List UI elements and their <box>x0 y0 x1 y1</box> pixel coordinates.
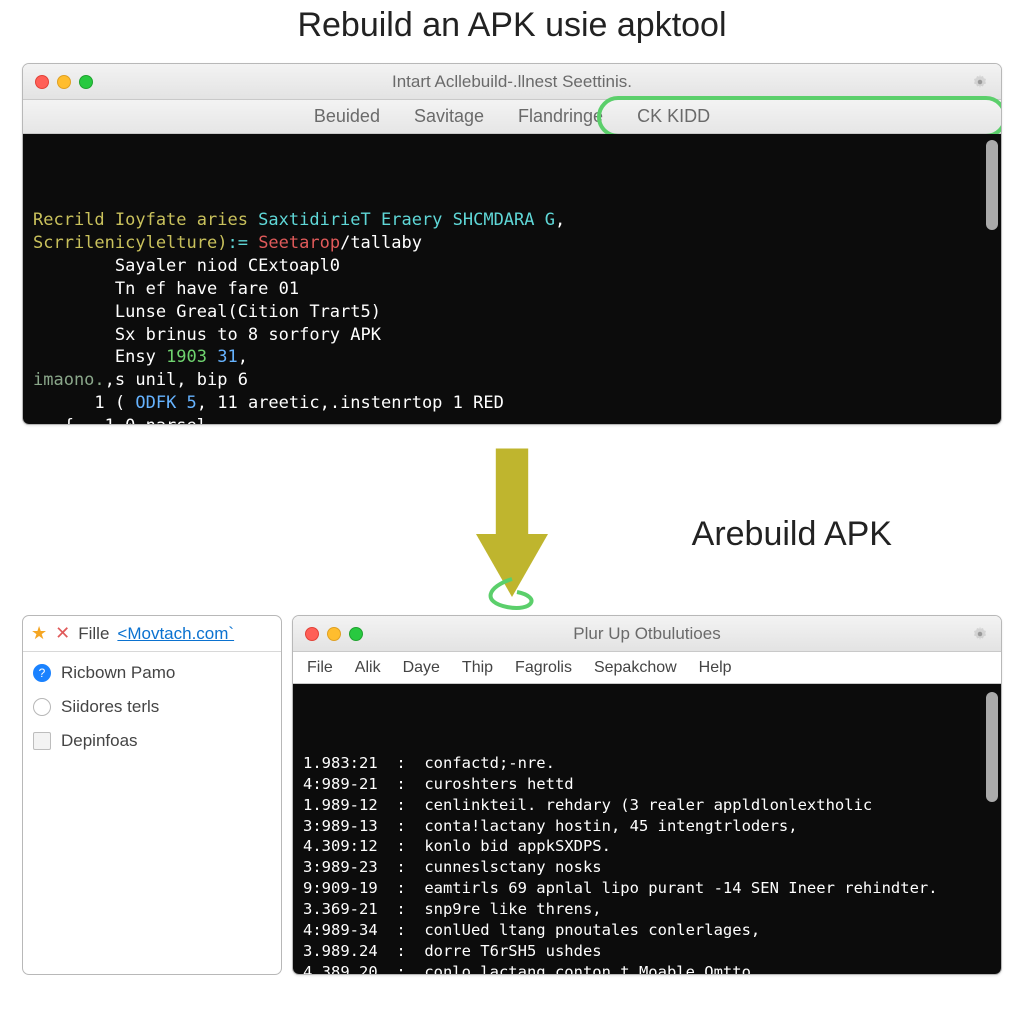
log-line: 3.369-21 : snp9re like threns, <box>303 899 991 920</box>
star-icon: ★ <box>31 623 47 644</box>
top-window-title: Intart Acllebuild-.llnest Seettinis. <box>23 72 1001 92</box>
menu-item[interactable]: Daye <box>403 659 440 677</box>
log-line: 3.989.24 : dorre T6rSH5 ushdes <box>303 941 991 962</box>
doc-icon <box>33 732 51 750</box>
menu-item[interactable]: Help <box>699 659 732 677</box>
sidebar-item[interactable]: Siidores terls <box>23 690 281 724</box>
close-icon[interactable] <box>305 627 319 641</box>
menu-item[interactable]: Sepakchow <box>594 659 677 677</box>
sidebar-item-label: Siidores terls <box>61 697 159 717</box>
traffic-lights[interactable] <box>305 627 363 641</box>
terminal-line: Sayaler niod CExtoapl0 <box>33 255 991 278</box>
sidebar-item[interactable]: ? Ricbown Pamo <box>23 656 281 690</box>
scrollbar-thumb[interactable] <box>986 140 998 230</box>
log-line: 9:909-19 : eamtirls 69 apnlal lipo puran… <box>303 878 991 899</box>
page-title: Rebuild an APK usie apktool <box>22 0 1002 63</box>
gear-icon[interactable] <box>971 625 989 643</box>
squiggle-annotation <box>477 577 547 617</box>
log-line: 1.989-12 : cenlinkteil. rehdary (3 reale… <box>303 795 991 816</box>
scrollbar-thumb[interactable] <box>986 692 998 802</box>
tab-0[interactable]: Beuided <box>314 106 380 127</box>
log-line: 4.309:12 : konlo bid appkSXDPS. <box>303 836 991 857</box>
terminal-line: Ensy 1903 31, <box>33 346 991 369</box>
log-line: 4:989-34 : conlUed ltang pnoutales conle… <box>303 920 991 941</box>
top-terminal-output[interactable]: Recrild Ioyfate aries SaxtidirieT Eraery… <box>23 134 1001 424</box>
log-line: 4:989-21 : curoshters hettd <box>303 774 991 795</box>
bottom-titlebar[interactable]: Plur Up Otbulutioes <box>293 616 1001 652</box>
maximize-icon[interactable] <box>79 75 93 89</box>
top-titlebar[interactable]: Intart Acllebuild-.llnest Seettinis. <box>23 64 1001 100</box>
close-icon[interactable]: ✕ <box>55 623 70 644</box>
sidebar-title: Fille <box>78 624 109 644</box>
arrow-section: Arebuild APK <box>22 425 1002 615</box>
rebuild-apk-label: Arebuild APK <box>692 515 892 554</box>
sidebar-header: ★ ✕ Fille <Movtach.com` <box>23 616 281 652</box>
terminal-line: Tn ef have fare 01 <box>33 278 991 301</box>
log-line: 1.983:21 : confactd;-nre. <box>303 753 991 774</box>
terminal-line: Lunse Greal(Cition Trart5) <box>33 301 991 324</box>
terminal-line: imaono.,s unil, bip 6 <box>33 369 991 392</box>
minimize-icon[interactable] <box>327 627 341 641</box>
bottom-terminal-window: Plur Up Otbulutioes File Alik Daye Thip Fagr… <box>292 615 1002 975</box>
top-terminal-window: Intart Acllebuild-.llnest Seettinis. Beu… <box>22 63 1002 425</box>
minimize-icon[interactable] <box>57 75 71 89</box>
menu-item[interactable]: Fagrolis <box>515 659 572 677</box>
tab-1[interactable]: Savitage <box>414 106 484 127</box>
menu-item[interactable]: Alik <box>355 659 381 677</box>
bottom-menubar: File Alik Daye Thip Fagrolis Sepakchow Help <box>293 652 1001 684</box>
tab-2[interactable]: Flandringe <box>518 106 603 127</box>
log-line: 3:989-23 : cunneslsctany nosks <box>303 857 991 878</box>
close-icon[interactable] <box>35 75 49 89</box>
info-icon: ? <box>33 664 51 682</box>
terminal-line: Sx brinus to 8 sorfory APK <box>33 324 991 347</box>
menu-item[interactable]: File <box>307 659 333 677</box>
menu-item[interactable]: Thip <box>462 659 493 677</box>
sidebar-item-label: Depinfoas <box>61 731 138 751</box>
maximize-icon[interactable] <box>349 627 363 641</box>
file-sidebar: ★ ✕ Fille <Movtach.com` ? Ricbown Pamo Sii… <box>22 615 282 975</box>
log-line: 3:989-13 : conta!lactany hostin, 45 inte… <box>303 816 991 837</box>
bottom-window-title: Plur Up Otbulutioes <box>293 624 1001 644</box>
top-tabbar: Beuided Savitage Flandringe CK KIDD <box>23 100 1001 134</box>
log-line: 4.389.20 : conlo lactang conton t Moable… <box>303 962 991 974</box>
sidebar-item[interactable]: Depinfoas <box>23 724 281 758</box>
sidebar-item-label: Ricbown Pamo <box>61 663 175 683</box>
terminal-line: { 1 0 narsel <box>33 415 991 424</box>
bottom-terminal-output[interactable]: 1.983:21 : confactd;-nre.4:989-21 : curo… <box>293 684 1001 974</box>
terminal-line: Recrild Ioyfate aries SaxtidirieT Eraery… <box>33 209 991 232</box>
sidebar-link[interactable]: <Movtach.com` <box>117 624 234 644</box>
tab-3[interactable]: CK KIDD <box>637 106 710 127</box>
radio-icon <box>33 698 51 716</box>
terminal-line: 1 ( ODFK 5, 11 areetic,.instenrtop 1 RED <box>33 392 991 415</box>
terminal-line: Scrrilenicylelture):= Seetarop/tallaby <box>33 232 991 255</box>
traffic-lights[interactable] <box>35 75 93 89</box>
gear-icon[interactable] <box>971 73 989 91</box>
